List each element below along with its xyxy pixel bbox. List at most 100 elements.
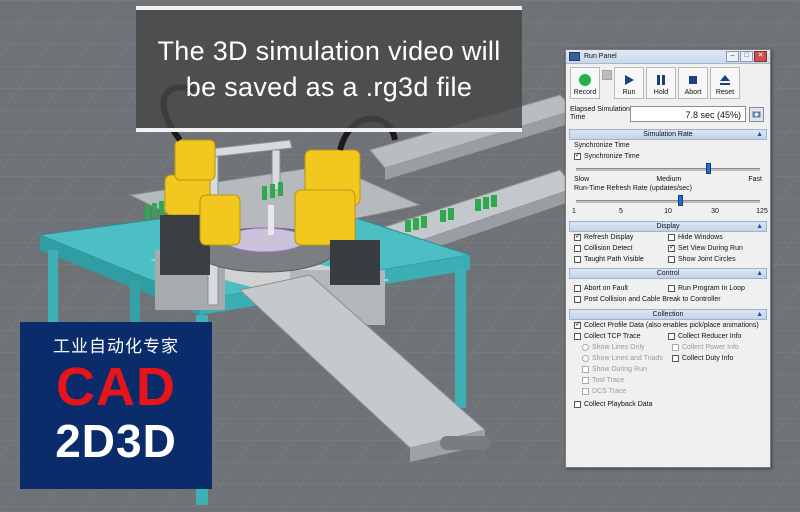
tcp-trace-option[interactable]: Collect TCP Trace (574, 333, 668, 340)
hide-windows-option[interactable]: Hide Windows (668, 234, 762, 241)
elapsed-time-row: Elapsed Simulation Time 7.8 sec (45%) (566, 100, 770, 126)
section-collection[interactable]: Collection ▲ (569, 309, 767, 320)
sync-time-row[interactable]: Synchronize Time (566, 151, 770, 162)
sync-time-label: Synchronize Time (574, 142, 630, 149)
set-view-checkbox[interactable] (668, 245, 675, 252)
taught-path-label: Taught Path Visible (584, 256, 644, 263)
power-info-checkbox[interactable] (672, 344, 679, 351)
close-icon[interactable]: ✕ (754, 51, 767, 62)
run-in-loop-option[interactable]: Run Program In Loop (668, 285, 762, 292)
section-simulation-rate[interactable]: Simulation Rate ▲ (569, 129, 767, 140)
refresh-tick: 5 (619, 208, 623, 215)
duty-info-checkbox[interactable] (672, 355, 679, 362)
joint-circles-checkbox[interactable] (668, 256, 675, 263)
record-options-button[interactable] (602, 70, 612, 80)
eject-icon (719, 73, 731, 87)
show-during-run-option[interactable]: Show During Run (574, 366, 762, 373)
abort-button[interactable]: Abort (678, 67, 708, 99)
show-lines-triads-radio[interactable] (582, 355, 589, 362)
joint-circles-option[interactable]: Show Joint Circles (668, 256, 762, 263)
elapsed-value: 7.8 sec (45%) (630, 106, 746, 122)
dcs-trace-checkbox[interactable] (582, 388, 589, 395)
collection-row: Collect TCP Trace Collect Reducer Info (566, 331, 770, 342)
refresh-slider-thumb[interactable] (677, 195, 683, 206)
collection-row: Show Lines and Triads Collect Duty Info (566, 353, 770, 364)
abort-on-fault-checkbox[interactable] (574, 285, 581, 292)
refresh-rate-slider[interactable] (576, 194, 760, 208)
collection-header: Collection (652, 311, 684, 318)
tcp-trace-label: Collect TCP Trace (584, 333, 641, 340)
tool-trace-checkbox[interactable] (582, 377, 589, 384)
camera-icon[interactable] (749, 106, 764, 122)
post-collision-option[interactable]: Post Collision and Cable Break to Contro… (574, 296, 762, 303)
section-display[interactable]: Display ▲ (569, 221, 767, 232)
profile-data-checkbox[interactable] (574, 322, 581, 329)
refresh-slider-track (576, 200, 760, 203)
run-panel-titlebar[interactable]: Run Panel – □ ✕ (566, 50, 770, 64)
collection-row: Collect Profile Data (also enables pick/… (566, 320, 770, 331)
collection-row: DCS Trace (566, 386, 770, 397)
chevron-up-icon[interactable]: ▲ (756, 310, 763, 319)
collision-detect-checkbox[interactable] (574, 245, 581, 252)
taught-path-checkbox[interactable] (574, 256, 581, 263)
run-panel-title: Run Panel (584, 53, 617, 60)
minimize-icon[interactable]: – (726, 51, 739, 62)
control-row: Abort on Fault Run Program In Loop (566, 283, 770, 294)
show-lines-triads-option[interactable]: Show Lines and Triads (574, 355, 672, 362)
show-lines-triads-label: Show Lines and Triads (592, 355, 663, 362)
dcs-trace-option[interactable]: DCS Trace (574, 388, 762, 395)
chevron-up-icon[interactable]: ▲ (756, 269, 763, 278)
refresh-display-option[interactable]: Refresh Display (574, 234, 668, 241)
duty-info-label: Collect Duty Info (682, 355, 734, 362)
collision-detect-option[interactable]: Collision Detect (574, 245, 668, 252)
tcp-trace-checkbox[interactable] (574, 333, 581, 340)
taught-path-option[interactable]: Taught Path Visible (574, 256, 668, 263)
run-in-loop-label: Run Program In Loop (678, 285, 745, 292)
set-view-option[interactable]: Set View During Run (668, 245, 762, 252)
profile-data-option[interactable]: Collect Profile Data (also enables pick/… (574, 322, 762, 329)
reducer-info-checkbox[interactable] (668, 333, 675, 340)
control-row: Post Collision and Cable Break to Contro… (566, 294, 770, 305)
maximize-icon[interactable]: □ (740, 51, 753, 62)
reducer-info-label: Collect Reducer Info (678, 333, 742, 340)
chevron-up-icon[interactable]: ▲ (756, 130, 763, 139)
speed-tick-slow: Slow (574, 176, 590, 183)
tool-trace-label: Tool Trace (592, 377, 625, 384)
record-icon (578, 73, 592, 87)
reset-label: Reset (715, 89, 735, 96)
chevron-up-icon[interactable]: ▲ (756, 222, 763, 231)
post-collision-label: Post Collision and Cable Break to Contro… (584, 296, 721, 303)
sync-time-checkbox[interactable] (574, 153, 581, 160)
elapsed-label: Elapsed Simulation Time (570, 106, 630, 121)
hold-button[interactable]: Hold (646, 67, 676, 99)
tool-trace-option[interactable]: Tool Trace (574, 377, 762, 384)
duty-info-option[interactable]: Collect Duty Info (672, 355, 762, 362)
hide-windows-checkbox[interactable] (668, 234, 675, 241)
run-button[interactable]: Run (614, 67, 644, 99)
refresh-display-label: Refresh Display (584, 234, 634, 241)
run-in-loop-checkbox[interactable] (668, 285, 675, 292)
record-button[interactable]: Record (570, 67, 600, 99)
show-during-run-checkbox[interactable] (582, 366, 589, 373)
refresh-display-checkbox[interactable] (574, 234, 581, 241)
speed-slider-track (576, 168, 760, 171)
watermark-subtitle2: 2D3D (55, 415, 177, 467)
power-info-option[interactable]: Collect Power Info (672, 344, 762, 351)
reset-button[interactable]: Reset (710, 67, 740, 99)
playback-data-checkbox[interactable] (574, 401, 581, 408)
show-lines-only-option[interactable]: Show Lines Only (574, 344, 672, 351)
stop-icon (687, 73, 699, 87)
run-toolbar: Record Run Hold Abort Reset (566, 64, 770, 100)
speed-slider[interactable] (576, 162, 760, 176)
section-control[interactable]: Control ▲ (569, 268, 767, 279)
abort-on-fault-option[interactable]: Abort on Fault (574, 285, 668, 292)
play-icon (623, 73, 635, 87)
speed-slider-thumb[interactable] (706, 163, 712, 174)
reducer-info-option[interactable]: Collect Reducer Info (668, 333, 762, 340)
playback-data-option[interactable]: Collect Playback Data (574, 401, 762, 408)
refresh-rate-label: Run-Time Refresh Rate (updates/sec) (574, 185, 693, 192)
simulation-rate-header: Simulation Rate (643, 131, 693, 138)
run-panel-window[interactable]: Run Panel – □ ✕ Record Run Hold Abort Re… (565, 49, 771, 468)
show-lines-only-radio[interactable] (582, 344, 589, 351)
post-collision-checkbox[interactable] (574, 296, 581, 303)
